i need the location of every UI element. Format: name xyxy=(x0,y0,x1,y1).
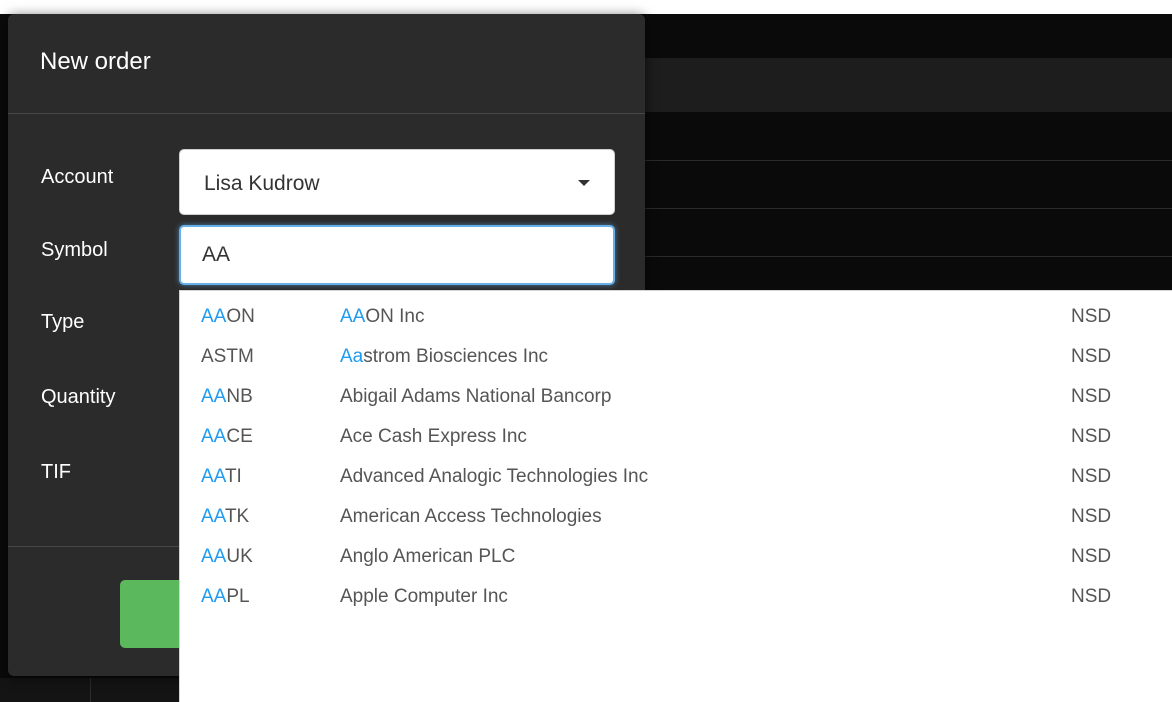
background-grid-header xyxy=(640,58,1172,112)
name-match: AA xyxy=(340,306,366,327)
symbol-rest: ON xyxy=(226,306,255,327)
symbol-rest: ASTM xyxy=(201,346,254,367)
name-rest: Ace Cash Express Inc xyxy=(340,426,527,447)
symbol-autocomplete-list: AAON AAON Inc NSD ASTM Aastrom Bioscienc… xyxy=(179,290,1172,702)
autocomplete-item-exchange: NSD xyxy=(1071,586,1112,607)
symbol-match: AA xyxy=(201,426,227,447)
dialog-header: New order xyxy=(8,14,645,114)
symbol-rest: NB xyxy=(226,386,253,407)
autocomplete-item-exchange: NSD xyxy=(1071,546,1112,567)
autocomplete-item[interactable]: AACE Ace Cash Express Inc NSD xyxy=(180,411,1172,451)
autocomplete-item-symbol: AATK xyxy=(201,506,249,528)
autocomplete-item-exchange: NSD xyxy=(1071,506,1112,527)
autocomplete-item-symbol: AANB xyxy=(201,386,253,408)
autocomplete-item[interactable]: ASTM Aastrom Biosciences Inc NSD xyxy=(180,331,1172,371)
autocomplete-item-exchange: NSD xyxy=(1071,386,1112,407)
symbol-rest: UK xyxy=(226,546,253,567)
autocomplete-item-name: Advanced Analogic Technologies Inc xyxy=(340,466,648,488)
background-grid-separator xyxy=(90,678,91,702)
autocomplete-item[interactable]: AANB Abigail Adams National Bancorp NSD xyxy=(180,371,1172,411)
autocomplete-item-exchange: NSD xyxy=(1071,426,1112,447)
symbol-match: AA xyxy=(201,506,225,527)
autocomplete-item-name: Abigail Adams National Bancorp xyxy=(340,386,611,408)
caret-down-icon xyxy=(578,180,590,186)
symbol-match: AA xyxy=(201,546,227,567)
name-rest: ON Inc xyxy=(365,306,425,327)
dialog-title: New order xyxy=(40,48,151,75)
symbol-match: AA xyxy=(201,586,227,607)
autocomplete-item-name: AAON Inc xyxy=(340,306,424,328)
autocomplete-item[interactable]: AAUK Anglo American PLC NSD xyxy=(180,531,1172,571)
autocomplete-item-name: Aastrom Biosciences Inc xyxy=(340,346,548,368)
symbol-match: AA xyxy=(201,306,227,327)
name-rest: American Access Technologies xyxy=(340,506,602,527)
autocomplete-item-symbol: AAPL xyxy=(201,586,250,608)
autocomplete-item-exchange: NSD xyxy=(1071,346,1112,367)
autocomplete-item-name: Anglo American PLC xyxy=(340,546,515,568)
autocomplete-item-symbol: AAUK xyxy=(201,546,253,568)
symbol-rest: CE xyxy=(226,426,253,447)
autocomplete-item[interactable]: AAON AAON Inc NSD xyxy=(180,291,1172,331)
autocomplete-item-exchange: NSD xyxy=(1071,306,1112,327)
autocomplete-item-symbol: AACE xyxy=(201,426,253,448)
autocomplete-item-symbol: AAON xyxy=(201,306,255,328)
autocomplete-item[interactable]: AATI Advanced Analogic Technologies Inc … xyxy=(180,451,1172,491)
name-rest: Anglo American PLC xyxy=(340,546,516,567)
autocomplete-item[interactable]: AAPL Apple Computer Inc NSD xyxy=(180,571,1172,611)
account-select[interactable]: Lisa Kudrow xyxy=(179,149,615,215)
name-rest: strom Biosciences Inc xyxy=(363,346,549,367)
screen: New order Account Symbol Type Quantity T… xyxy=(0,0,1172,702)
background-grid-row-line xyxy=(640,208,1172,209)
autocomplete-item-symbol: ASTM xyxy=(201,346,254,368)
symbol-label: Symbol xyxy=(41,239,108,261)
symbol-rest: TK xyxy=(224,506,250,527)
symbol-match: AA xyxy=(201,466,225,487)
autocomplete-item-name: American Access Technologies xyxy=(340,506,602,528)
autocomplete-item-name: Apple Computer Inc xyxy=(340,586,508,608)
account-label: Account xyxy=(41,166,114,188)
name-rest: Apple Computer Inc xyxy=(340,586,508,607)
top-margin xyxy=(0,0,1172,14)
account-selected-value: Lisa Kudrow xyxy=(204,172,320,195)
symbol-rest: PL xyxy=(226,586,250,607)
background-grid-row-line xyxy=(640,160,1172,161)
background-grid-row-line xyxy=(640,256,1172,257)
type-label: Type xyxy=(41,311,85,333)
autocomplete-item-symbol: AATI xyxy=(201,466,242,488)
name-rest: Abigail Adams National Bancorp xyxy=(340,386,612,407)
autocomplete-item-name: Ace Cash Express Inc xyxy=(340,426,527,448)
name-match: Aa xyxy=(340,346,364,367)
tif-label: TIF xyxy=(41,461,71,483)
autocomplete-item[interactable]: AATK American Access Technologies NSD xyxy=(180,491,1172,531)
symbol-input[interactable] xyxy=(179,225,615,285)
autocomplete-item-exchange: NSD xyxy=(1071,466,1112,487)
name-rest: Advanced Analogic Technologies Inc xyxy=(340,466,649,487)
symbol-rest: TI xyxy=(224,466,242,487)
symbol-match: AA xyxy=(201,386,227,407)
quantity-label: Quantity xyxy=(41,386,116,408)
